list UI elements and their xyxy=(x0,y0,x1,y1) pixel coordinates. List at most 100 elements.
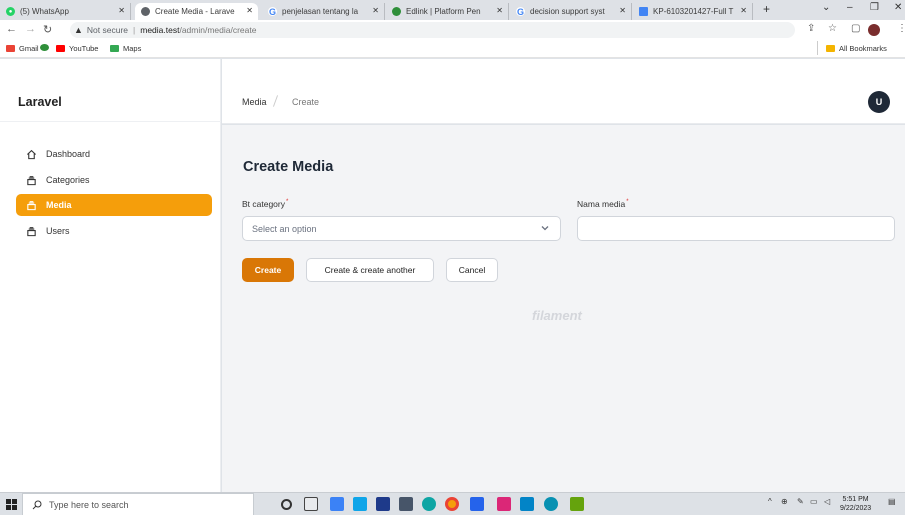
tab-google-search[interactable]: G penjelasan tentang la ✕ xyxy=(262,3,385,20)
cancel-button[interactable]: Cancel xyxy=(446,258,498,282)
forward-arrow-icon[interactable]: → xyxy=(25,23,36,35)
bookmark-label: Gmail xyxy=(19,44,39,53)
minimize-icon[interactable]: – xyxy=(847,2,853,13)
home-icon xyxy=(26,149,37,159)
close-icon[interactable]: ✕ xyxy=(619,6,626,15)
tab-decision-support[interactable]: G decision support syst ✕ xyxy=(510,3,632,20)
tab-title: decision support syst xyxy=(530,7,605,16)
category-label-text: Bt category xyxy=(242,199,285,209)
side-panel-icon[interactable]: ▢ xyxy=(851,23,860,34)
required-marker: * xyxy=(626,199,629,205)
create-button[interactable]: Create xyxy=(242,258,294,282)
bookmarks-bar: Gmail YouTube Maps All Bookmarks xyxy=(0,40,905,58)
taskbar-search-placeholder: Type here to search xyxy=(49,499,129,510)
topbar: Media Create U xyxy=(222,59,905,124)
volume-icon[interactable]: ◁ xyxy=(824,497,830,506)
paint-icon[interactable] xyxy=(497,497,511,511)
tab-edlink[interactable]: Edlink | Platform Pen ✕ xyxy=(386,3,509,20)
close-icon[interactable]: ✕ xyxy=(496,6,503,15)
word-icon[interactable] xyxy=(470,497,484,511)
bookmark-gmail[interactable]: Gmail xyxy=(6,44,39,53)
category-select-value: Select an option xyxy=(252,223,317,234)
vscode-icon[interactable] xyxy=(520,497,534,511)
sidebar-item-label: Dashboard xyxy=(46,149,91,159)
tab-title: (5) WhatsApp xyxy=(20,7,69,16)
sidebar-item-dashboard[interactable]: Dashboard xyxy=(16,143,212,165)
collection-icon xyxy=(27,200,36,210)
gmail-icon xyxy=(6,45,15,52)
new-tab-button[interactable]: + xyxy=(763,2,770,16)
bookmark-maps[interactable]: Maps xyxy=(110,44,141,53)
tray-chevron-up-icon[interactable]: ^ xyxy=(768,497,772,506)
tab-whatsapp[interactable]: ● (5) WhatsApp ✕ xyxy=(0,3,131,20)
share-icon[interactable]: ⇪ xyxy=(807,23,815,34)
notification-icon[interactable]: ▤ xyxy=(888,497,896,506)
mail-icon[interactable] xyxy=(353,497,367,511)
category-select[interactable]: Select an option xyxy=(242,216,561,241)
window-close-icon[interactable]: ✕ xyxy=(894,2,902,13)
tab-title: Create Media - Larave xyxy=(155,7,235,16)
bookmarks-divider xyxy=(817,41,818,55)
url-divider: | xyxy=(133,25,136,35)
close-icon[interactable]: ✕ xyxy=(118,6,125,15)
name-label-text: Nama media xyxy=(577,199,626,209)
reload-icon[interactable]: ↻ xyxy=(43,23,52,36)
create-another-button[interactable]: Create & create another xyxy=(306,258,434,282)
battery-icon[interactable]: ▭ xyxy=(810,497,818,506)
pen-icon[interactable]: ✎ xyxy=(797,497,804,506)
task-view-icon[interactable] xyxy=(304,497,318,511)
brand-title[interactable]: Laravel xyxy=(18,95,62,109)
windows-start-icon[interactable] xyxy=(6,499,17,510)
folder-icon xyxy=(826,45,835,52)
sidebar-item-media[interactable]: Media xyxy=(16,194,212,216)
breadcrumb-separator xyxy=(272,95,279,107)
sidebar-item-label: Categories xyxy=(46,175,90,185)
all-bookmarks[interactable]: All Bookmarks xyxy=(826,44,887,53)
sidebar-divider xyxy=(0,121,221,122)
close-icon[interactable]: ✕ xyxy=(372,6,379,15)
maximize-icon[interactable]: ❐ xyxy=(870,2,879,13)
clock-date: 9/22/2023 xyxy=(840,505,872,512)
store-icon[interactable] xyxy=(376,497,390,511)
category-label: Bt category* xyxy=(242,199,288,209)
clock[interactable]: 5:51 PM 9/22/2023 xyxy=(840,495,871,513)
chrome-icon[interactable] xyxy=(445,497,459,511)
url-host: media.test xyxy=(140,25,180,35)
tab-kp-document[interactable]: KP-6103201427-Full T ✕ xyxy=(633,3,753,20)
name-input[interactable] xyxy=(577,216,895,241)
all-bookmarks-label: All Bookmarks xyxy=(839,44,887,53)
tab-title: KP-6103201427-Full T xyxy=(653,7,734,16)
taskbar-search[interactable]: Type here to search xyxy=(22,493,254,515)
tab-title: penjelasan tentang la xyxy=(282,7,359,16)
bookmark-edlink[interactable] xyxy=(40,44,53,51)
user-avatar[interactable]: U xyxy=(868,91,890,113)
browser-tab-strip: ● (5) WhatsApp ✕ Create Media - Larave ✕… xyxy=(0,0,905,20)
sidebar-item-label: Media xyxy=(46,200,72,210)
edge-icon[interactable] xyxy=(422,497,436,511)
more-menu-icon[interactable]: ⋮ xyxy=(897,23,905,34)
app-icon[interactable] xyxy=(570,497,584,511)
tab-create-media[interactable]: Create Media - Larave ✕ xyxy=(135,3,258,20)
file-explorer-icon[interactable] xyxy=(330,497,344,511)
cortana-icon[interactable] xyxy=(281,499,292,510)
sidebar: Laravel Dashboard Categories Media Users xyxy=(0,59,221,492)
close-icon[interactable]: ✕ xyxy=(246,6,253,15)
network-icon[interactable]: ⊕ xyxy=(781,497,788,506)
sidebar-item-users[interactable]: Users xyxy=(16,220,212,242)
tab-search-chevron-icon[interactable]: ⌄ xyxy=(822,2,830,13)
url-field[interactable]: ▲ Not secure | media.test /admin/media/c… xyxy=(70,22,795,38)
warning-icon: ▲ xyxy=(74,25,83,35)
app-icon[interactable] xyxy=(544,497,558,511)
profile-avatar[interactable] xyxy=(868,24,880,36)
search-icon xyxy=(32,500,42,510)
breadcrumb-media[interactable]: Media xyxy=(242,97,267,107)
close-icon[interactable]: ✕ xyxy=(740,6,747,15)
edlink-icon xyxy=(392,7,401,16)
sidebar-item-label: Users xyxy=(46,226,70,236)
bookmark-youtube[interactable]: YouTube xyxy=(56,44,98,53)
edlink-icon xyxy=(40,44,49,51)
back-arrow-icon[interactable]: ← xyxy=(6,23,17,35)
sidebar-item-categories[interactable]: Categories xyxy=(16,169,212,191)
calculator-icon[interactable] xyxy=(399,497,413,511)
star-icon[interactable]: ☆ xyxy=(828,23,837,34)
